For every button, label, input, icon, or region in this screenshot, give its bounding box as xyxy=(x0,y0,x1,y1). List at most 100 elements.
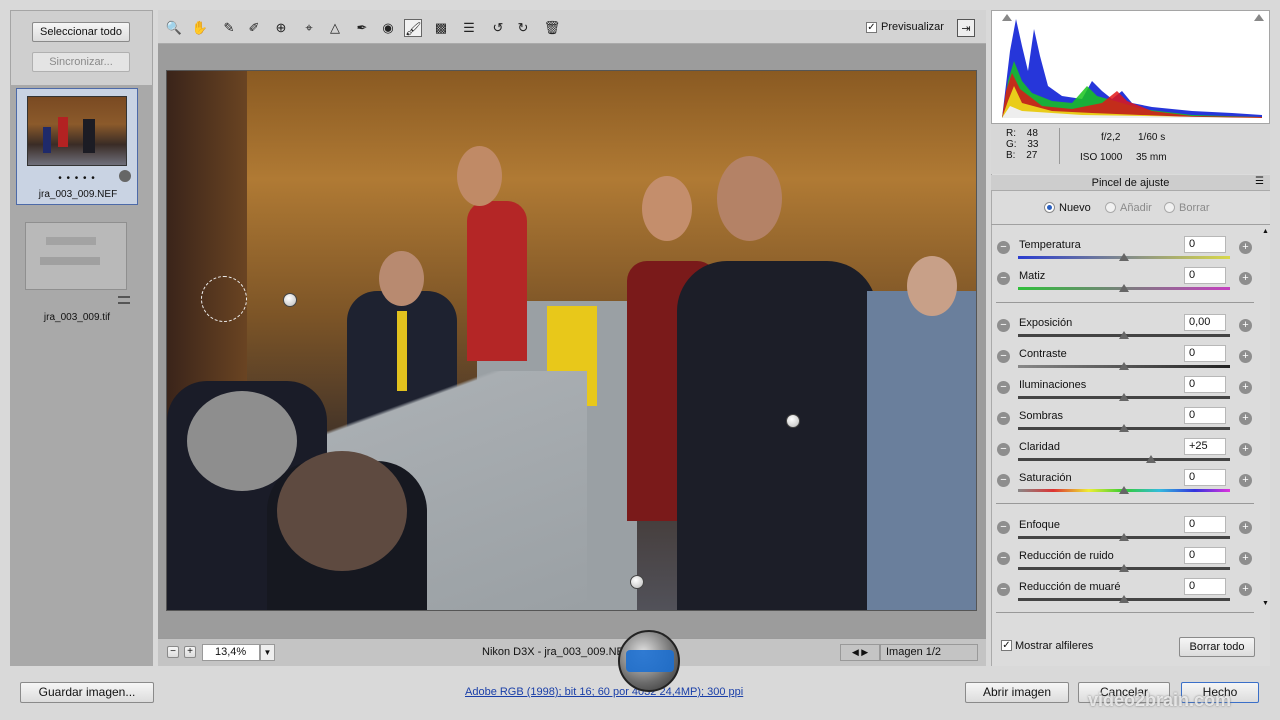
straighten-icon[interactable]: △ xyxy=(326,19,344,37)
mode-new-radio[interactable] xyxy=(1044,202,1055,213)
slider-label: Contraste xyxy=(1019,348,1067,360)
decrease-icon[interactable]: − xyxy=(997,350,1010,363)
decrease-icon[interactable]: − xyxy=(997,241,1010,254)
panel-scrollbar[interactable]: ▲ ▼ xyxy=(1262,228,1270,608)
slider-thumb[interactable] xyxy=(1119,362,1129,370)
slider-value-field[interactable]: 0 xyxy=(1184,407,1226,424)
adjustment-brush-icon[interactable]: 🖌 xyxy=(404,19,422,37)
show-pins-checkbox[interactable]: ✓ xyxy=(1001,640,1012,651)
slider-value-field[interactable]: +25 xyxy=(1184,438,1226,455)
slider-value-field[interactable]: 0 xyxy=(1184,376,1226,393)
slider-thumb[interactable] xyxy=(1119,253,1129,261)
white-balance-icon[interactable]: ✎ xyxy=(220,19,238,37)
shadow-clipping-icon[interactable] xyxy=(1002,14,1012,21)
increase-icon[interactable]: + xyxy=(1239,350,1252,363)
select-all-button[interactable]: Seleccionar todo xyxy=(32,22,130,42)
slider-row: − Iluminaciones 0 + xyxy=(996,376,1254,410)
slider-thumb[interactable] xyxy=(1119,595,1129,603)
increase-icon[interactable]: + xyxy=(1239,474,1252,487)
image-counter: Imagen 1/2 xyxy=(880,644,978,661)
slider-thumb[interactable] xyxy=(1119,393,1129,401)
thumbnail-tif[interactable]: jra_003_009.tif xyxy=(16,212,138,323)
zoom-icon[interactable]: 🔍 xyxy=(165,19,183,37)
slider-thumb[interactable] xyxy=(1145,455,1156,463)
adjustment-pin[interactable] xyxy=(630,575,644,589)
slider-thumb[interactable] xyxy=(1119,486,1129,494)
clear-all-button[interactable]: Borrar todo xyxy=(1179,637,1255,657)
trash-icon[interactable]: 🗑 xyxy=(543,19,561,37)
increase-icon[interactable]: + xyxy=(1239,241,1252,254)
decrease-icon[interactable]: − xyxy=(997,552,1010,565)
increase-icon[interactable]: + xyxy=(1239,521,1252,534)
decrease-icon[interactable]: − xyxy=(997,443,1010,456)
slider-thumb[interactable] xyxy=(1119,331,1129,339)
slider-value-field[interactable]: 0 xyxy=(1184,547,1226,564)
panel-menu-icon[interactable]: ☰ xyxy=(1255,176,1264,187)
color-sampler-icon[interactable]: ✐ xyxy=(245,19,263,37)
slider-row: − Enfoque 0 + xyxy=(996,516,1254,550)
targeted-adjustment-icon[interactable]: ⊕ xyxy=(272,19,290,37)
slider-value-field[interactable]: 0,00 xyxy=(1184,314,1226,331)
mode-erase-radio[interactable] xyxy=(1164,202,1175,213)
preview-checkbox[interactable]: ✓ xyxy=(866,22,877,33)
slider-track[interactable] xyxy=(1018,458,1230,461)
increase-icon[interactable]: + xyxy=(1239,552,1252,565)
mode-add-radio[interactable] xyxy=(1105,202,1116,213)
slider-thumb[interactable] xyxy=(1119,284,1129,292)
graduated-filter-icon[interactable]: ▩ xyxy=(432,19,450,37)
zoom-in-button[interactable]: + xyxy=(184,646,196,658)
slider-thumb[interactable] xyxy=(1119,533,1129,541)
slider-value-field[interactable]: 0 xyxy=(1184,469,1226,486)
histogram xyxy=(991,10,1270,124)
photo-preview[interactable] xyxy=(166,70,977,611)
slider-label: Saturación xyxy=(1019,472,1072,484)
decrease-icon[interactable]: − xyxy=(997,474,1010,487)
slider-value-field[interactable]: 0 xyxy=(1184,578,1226,595)
adjustment-pin[interactable] xyxy=(283,293,297,307)
open-image-button[interactable]: Abrir imagen xyxy=(965,682,1069,703)
preferences-icon[interactable]: ☰ xyxy=(460,19,478,37)
hand-icon[interactable]: ✋ xyxy=(191,19,209,37)
decrease-icon[interactable]: − xyxy=(997,412,1010,425)
slider-value-field[interactable]: 0 xyxy=(1184,267,1226,284)
increase-icon[interactable]: + xyxy=(1239,443,1252,456)
thumbnail-name: jra_003_009.tif xyxy=(43,312,111,323)
sync-button[interactable]: Sincronizar... xyxy=(32,52,130,72)
slider-row: − Sombras 0 + xyxy=(996,407,1254,441)
increase-icon[interactable]: + xyxy=(1239,381,1252,394)
rotate-left-icon[interactable]: ↺ xyxy=(489,19,507,37)
fullscreen-icon[interactable]: ⇥ xyxy=(957,19,975,37)
crop-icon[interactable]: ⌖ xyxy=(300,19,318,37)
spot-removal-icon[interactable]: ✒ xyxy=(353,19,371,37)
red-eye-icon[interactable]: ◉ xyxy=(379,19,397,37)
slider-value-field[interactable]: 0 xyxy=(1184,345,1226,362)
zoom-dropdown-icon[interactable]: ▼ xyxy=(260,644,275,661)
decrease-icon[interactable]: − xyxy=(997,521,1010,534)
slider-value-field[interactable]: 0 xyxy=(1184,516,1226,533)
decrease-icon[interactable]: − xyxy=(997,319,1010,332)
decrease-icon[interactable]: − xyxy=(997,583,1010,596)
rotate-right-icon[interactable]: ↻ xyxy=(514,19,532,37)
increase-icon[interactable]: + xyxy=(1239,319,1252,332)
show-pins-label: Mostrar alfileres xyxy=(1015,640,1094,652)
slider-value-field[interactable]: 0 xyxy=(1184,236,1226,253)
g-label: G: xyxy=(1006,139,1017,150)
zoom-out-button[interactable]: − xyxy=(167,646,179,658)
r-label: R: xyxy=(1006,128,1016,139)
adjustment-pin[interactable] xyxy=(786,414,800,428)
increase-icon[interactable]: + xyxy=(1239,583,1252,596)
slider-label: Claridad xyxy=(1019,441,1060,453)
zoom-level-field[interactable]: 13,4% xyxy=(202,644,260,661)
thumbnail-nef[interactable]: • • • • • jra_003_009.NEF xyxy=(16,88,138,205)
highlight-clipping-icon[interactable] xyxy=(1254,14,1264,21)
slider-thumb[interactable] xyxy=(1119,424,1129,432)
decrease-icon[interactable]: − xyxy=(997,272,1010,285)
decrease-icon[interactable]: − xyxy=(997,381,1010,394)
workflow-options-link[interactable]: Adobe RGB (1998); bit 16; 60 por 4032 24… xyxy=(465,686,743,698)
nav-arrows-icon[interactable]: ◀ ▶ xyxy=(840,644,880,661)
slider-thumb[interactable] xyxy=(1119,564,1129,572)
save-image-button[interactable]: Guardar imagen... xyxy=(20,682,154,703)
increase-icon[interactable]: + xyxy=(1239,272,1252,285)
watermark-logo-icon xyxy=(618,630,680,692)
increase-icon[interactable]: + xyxy=(1239,412,1252,425)
